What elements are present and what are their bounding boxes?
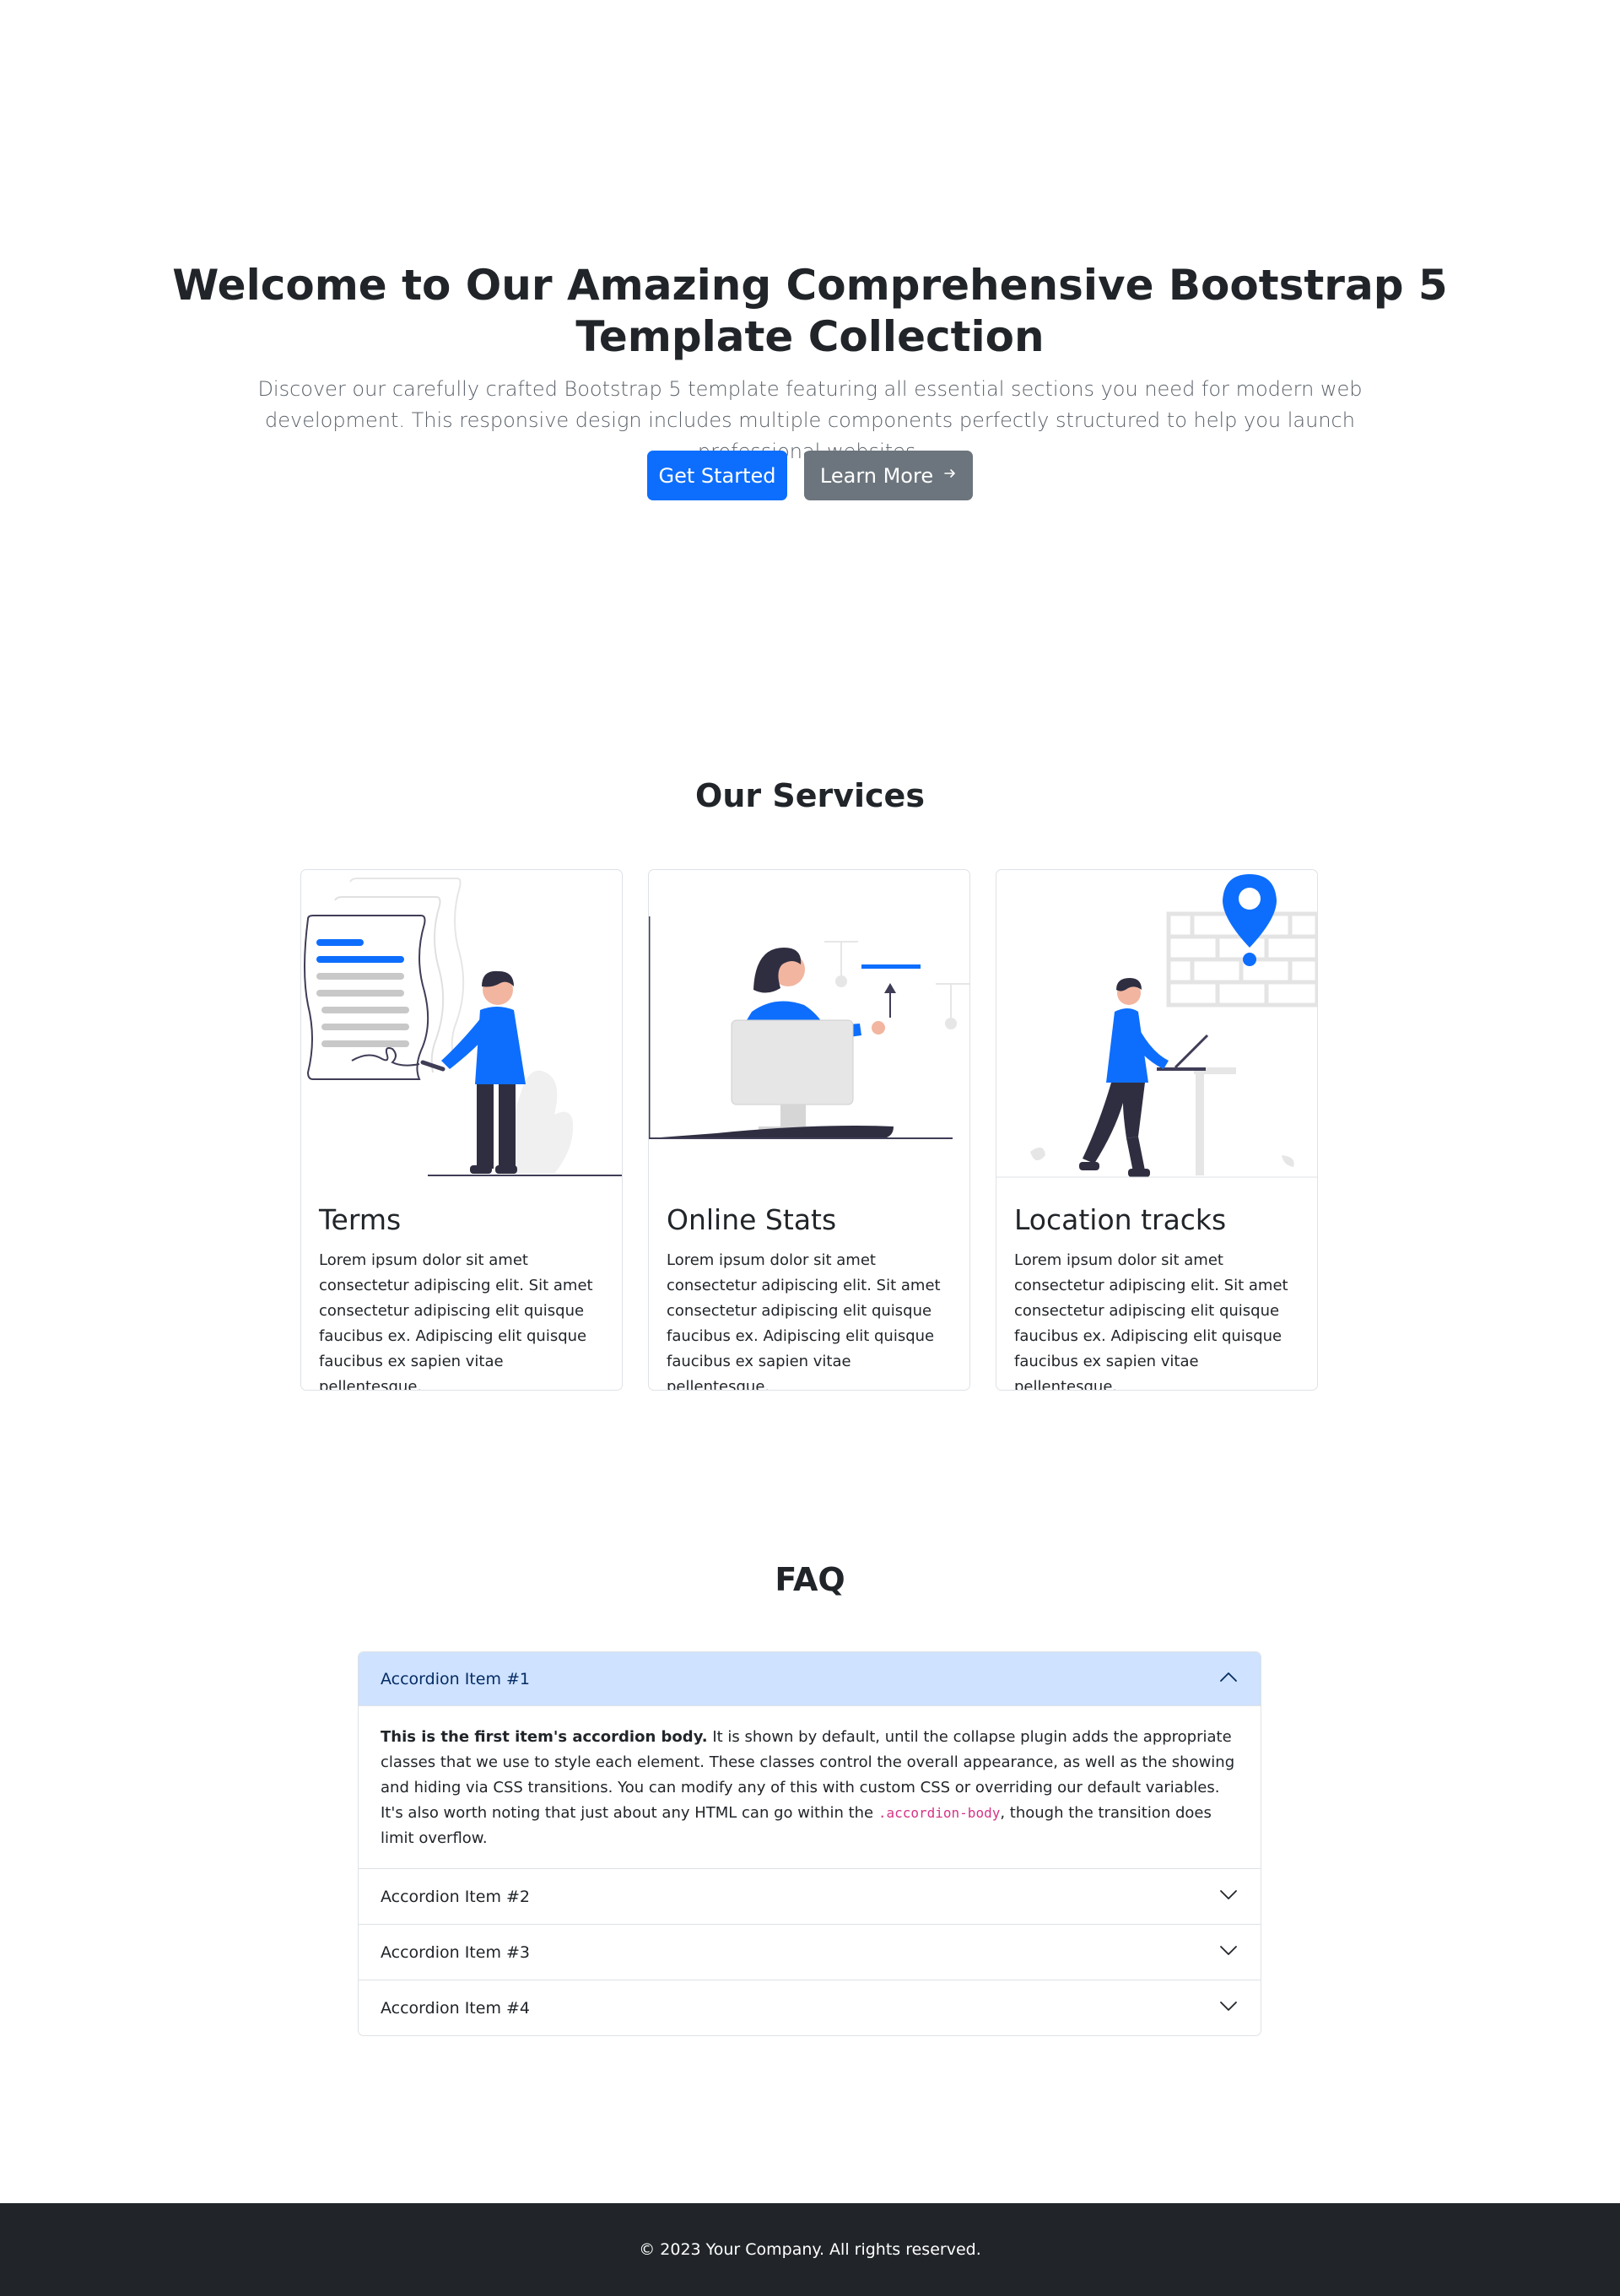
map-pin-illustration bbox=[996, 870, 1317, 1178]
arrow-right-icon bbox=[943, 467, 957, 484]
card-text: Lorem ipsum dolor sit amet consectetur a… bbox=[667, 1251, 941, 1391]
hero-section: Welcome to Our Amazing Comprehensive Boo… bbox=[0, 0, 1620, 658]
accordion-button-4[interactable]: Accordion Item #4 bbox=[359, 1980, 1261, 2035]
accordion-button-2[interactable]: Accordion Item #2 bbox=[359, 1869, 1261, 1924]
accordion-label: Accordion Item #4 bbox=[381, 1998, 531, 2018]
accordion-button-3[interactable]: Accordion Item #3 bbox=[359, 1925, 1261, 1980]
accordion-item-2: Accordion Item #2 bbox=[359, 1869, 1261, 1925]
card-text: Lorem ipsum dolor sit amet consectetur a… bbox=[1014, 1251, 1288, 1391]
card-title: Terms bbox=[319, 1203, 402, 1236]
accordion-button-1[interactable]: Accordion Item #1 bbox=[359, 1652, 1261, 1706]
accordion-label: Accordion Item #2 bbox=[381, 1887, 531, 1906]
computer-stats-illustration bbox=[649, 870, 969, 1178]
accordion-body-bold: This is the first item's accordion body. bbox=[381, 1728, 708, 1746]
services-title: Our Services bbox=[695, 777, 925, 814]
card-text: Lorem ipsum dolor sit amet consectetur a… bbox=[319, 1251, 593, 1391]
accordion-label: Accordion Item #1 bbox=[381, 1670, 531, 1688]
faq-title: FAQ bbox=[775, 1561, 845, 1598]
chevron-up-icon bbox=[1218, 1667, 1239, 1692]
service-card-terms: Terms Lorem ipsum dolor sit amet consect… bbox=[300, 869, 623, 1391]
hero-title: Welcome to Our Amazing Comprehensive Boo… bbox=[172, 261, 1448, 361]
service-card-location-tracks: Location tracks Lorem ipsum dolor sit am… bbox=[996, 869, 1318, 1391]
chevron-down-icon bbox=[1218, 1940, 1239, 1964]
accordion-body-1: This is the first item's accordion body.… bbox=[359, 1706, 1261, 1868]
footer-copyright: © 2023 Your Company. All rights reserved… bbox=[639, 2240, 981, 2259]
faq-accordion: Accordion Item #1 This is the first item… bbox=[358, 1651, 1261, 2036]
accordion-label: Accordion Item #3 bbox=[381, 1942, 531, 1962]
learn-more-label: Learn More bbox=[819, 463, 934, 488]
get-started-label: Get Started bbox=[658, 463, 776, 488]
chevron-down-icon bbox=[1218, 1996, 1239, 2020]
accordion-item-1: Accordion Item #1 This is the first item… bbox=[359, 1652, 1261, 1869]
get-started-button[interactable]: Get Started bbox=[647, 451, 787, 500]
accordion-item-4: Accordion Item #4 bbox=[359, 1980, 1261, 2035]
service-card-online-stats: Online Stats Lorem ipsum dolor sit amet … bbox=[648, 869, 970, 1391]
card-title: Online Stats bbox=[667, 1203, 837, 1236]
signing-document-illustration bbox=[301, 870, 622, 1178]
hero-buttons: Get Started Learn More bbox=[0, 451, 1620, 500]
card-title: Location tracks bbox=[1014, 1203, 1227, 1236]
accordion-item-3: Accordion Item #3 bbox=[359, 1925, 1261, 1980]
footer: © 2023 Your Company. All rights reserved… bbox=[0, 2203, 1620, 2296]
services-cards: Terms Lorem ipsum dolor sit amet consect… bbox=[300, 869, 1318, 1391]
accordion-body-code: .accordion-body bbox=[878, 1805, 1001, 1821]
chevron-down-icon bbox=[1218, 1884, 1239, 1909]
learn-more-button[interactable]: Learn More bbox=[804, 451, 973, 500]
